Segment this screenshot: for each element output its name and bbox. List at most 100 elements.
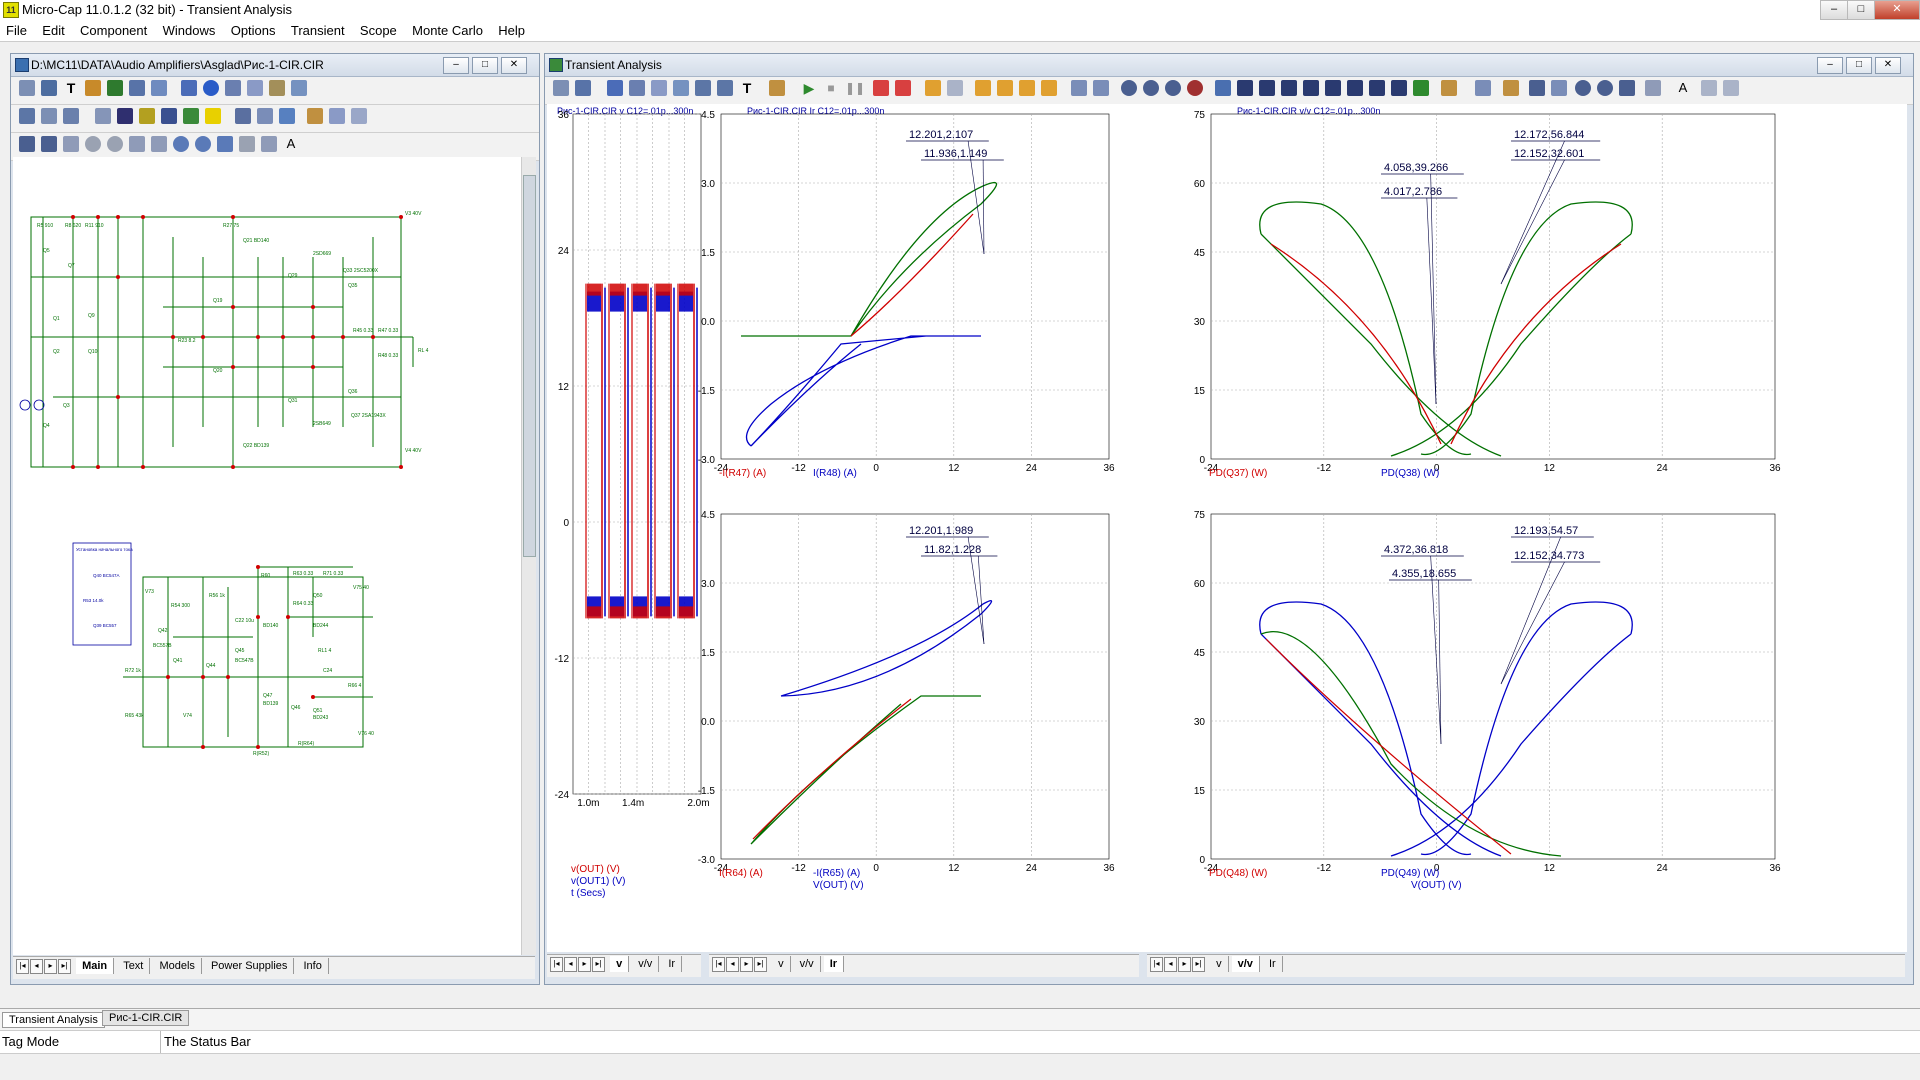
menu-edit[interactable]: Edit — [36, 20, 70, 38]
step-icon[interactable] — [117, 108, 133, 124]
help-icon[interactable] — [225, 80, 241, 96]
prev-page-icon[interactable]: ◂ — [30, 959, 43, 974]
menu-windows[interactable]: Windows — [157, 20, 222, 38]
cancel-icon[interactable] — [107, 136, 123, 152]
pen-icon[interactable] — [107, 80, 123, 96]
wire-icon[interactable] — [41, 80, 57, 96]
binoculars-icon[interactable] — [41, 136, 57, 152]
stop-icon[interactable] — [85, 136, 101, 152]
limits-icon[interactable] — [769, 80, 785, 96]
close-button[interactable]: ✕ — [1874, 0, 1920, 20]
text-tool-icon[interactable]: T — [63, 80, 79, 96]
plot3-tab-ir[interactable]: Ir — [1263, 956, 1283, 973]
pause-icon[interactable]: ❚❚ — [845, 80, 865, 96]
animate-icon[interactable] — [1529, 80, 1545, 96]
plot3-tab-v[interactable]: v — [1210, 956, 1229, 973]
paste-icon[interactable] — [1723, 80, 1739, 96]
plot2-first-icon[interactable]: |◂ — [712, 957, 725, 972]
same-y-scales-icon[interactable] — [925, 80, 941, 96]
grid-icon[interactable] — [95, 108, 111, 124]
tokens-icon[interactable] — [629, 80, 645, 96]
component-icon[interactable] — [129, 80, 145, 96]
stop-icon[interactable]: ■ — [823, 80, 839, 96]
print-icon[interactable] — [257, 108, 273, 124]
scope-icon[interactable] — [873, 80, 889, 96]
plot1-tab-ir[interactable]: Ir — [662, 956, 683, 973]
bottom-icon[interactable] — [1391, 80, 1407, 96]
performance-icon[interactable] — [1503, 80, 1519, 96]
probe-icon[interactable] — [895, 80, 911, 96]
fft-icon[interactable] — [1551, 80, 1567, 96]
find-icon[interactable] — [19, 136, 35, 152]
power-icon[interactable] — [183, 108, 199, 124]
valley-icon[interactable] — [1237, 80, 1253, 96]
plot-area[interactable]: Рис-1-CIR.CIR v C12=.01p...300n 36 24 12 0 -… — [547, 104, 1907, 952]
info-icon[interactable] — [203, 80, 219, 96]
cursor-mode-icon[interactable] — [695, 80, 711, 96]
undo-icon[interactable] — [239, 136, 255, 152]
zoom-window-icon[interactable] — [217, 136, 233, 152]
global-high-icon[interactable] — [1325, 80, 1341, 96]
bold-grid-icon[interactable] — [997, 80, 1013, 96]
menu-scope[interactable]: Scope — [354, 20, 403, 38]
schematic-vscrollbar[interactable] — [521, 157, 536, 955]
menu-help[interactable]: Help — [492, 20, 531, 38]
tab-power-supplies[interactable]: Power Supplies — [205, 958, 295, 975]
font-icon[interactable]: A — [283, 136, 299, 152]
high-icon[interactable] — [1259, 80, 1275, 96]
paste-icon[interactable] — [63, 136, 79, 152]
schematic-vscroll-thumb[interactable] — [523, 175, 536, 557]
plot2-next-icon[interactable]: ▸ — [740, 957, 753, 972]
zoom-out-icon[interactable] — [195, 136, 211, 152]
plot3-first-icon[interactable]: |◂ — [1150, 957, 1163, 972]
frame-icon[interactable] — [1041, 80, 1057, 96]
inflection-icon[interactable] — [1303, 80, 1319, 96]
plus-mode-icon[interactable] — [673, 80, 689, 96]
plot1-next-icon[interactable]: ▸ — [578, 957, 591, 972]
menu-transient[interactable]: Transient — [285, 20, 351, 38]
split-icon[interactable] — [1071, 80, 1087, 96]
analysis-maximize-button[interactable]: □ — [1846, 57, 1872, 74]
select-arrow-icon[interactable] — [19, 80, 35, 96]
table-icon[interactable] — [1475, 80, 1491, 96]
schematic-canvas[interactable]: R5 910 R8 620 R11 910 R27 75 Q21 BD140 Q… — [13, 157, 521, 955]
flag-icon[interactable] — [181, 80, 197, 96]
mirror-icon[interactable] — [329, 108, 345, 124]
current-icon[interactable] — [161, 108, 177, 124]
plot1-prev-icon[interactable]: ◂ — [564, 957, 577, 972]
plot2-last-icon[interactable]: ▸| — [754, 957, 767, 972]
schematic-maximize-button[interactable]: □ — [472, 57, 498, 74]
layout-icon[interactable] — [1645, 80, 1661, 96]
schematic-minimize-button[interactable]: – — [443, 57, 469, 74]
pin-connections-icon[interactable] — [63, 108, 79, 124]
menu-component[interactable]: Component — [74, 20, 153, 38]
analysis-minimize-button[interactable]: – — [1817, 57, 1843, 74]
copy-icon[interactable] — [1701, 80, 1717, 96]
plot2-tab-ir[interactable]: Ir — [823, 956, 845, 973]
text-visible-icon[interactable] — [41, 108, 57, 124]
plot1-tab-v[interactable]: v — [610, 956, 630, 973]
plot2-prev-icon[interactable]: ◂ — [726, 957, 739, 972]
top-icon[interactable] — [1369, 80, 1385, 96]
duplicate-icon[interactable] — [151, 136, 167, 152]
menu-monte-carlo[interactable]: Monte Carlo — [406, 20, 489, 38]
grid-toggle-icon[interactable] — [247, 80, 263, 96]
plot3-prev-icon[interactable]: ◂ — [1164, 957, 1177, 972]
ruler-icon[interactable] — [651, 80, 667, 96]
zoom-out-2-icon[interactable] — [1597, 80, 1613, 96]
plot3-tab-vv[interactable]: v/v — [1231, 956, 1260, 973]
tab-info[interactable]: Info — [297, 958, 329, 975]
tile-icon[interactable] — [1093, 80, 1109, 96]
bottom-tab-circuit[interactable]: Рис-1-CIR.CIR — [102, 1010, 190, 1026]
tab-models[interactable]: Models — [153, 958, 202, 975]
macro-icon[interactable] — [151, 80, 167, 96]
point-tag-icon[interactable] — [717, 80, 733, 96]
zoom-in-icon[interactable] — [1121, 80, 1137, 96]
plot1-last-icon[interactable]: ▸| — [592, 957, 605, 972]
schematic-close-button[interactable]: ✕ — [501, 57, 527, 74]
select-arrow-icon[interactable] — [553, 80, 569, 96]
analysis-close-button[interactable]: ✕ — [1875, 57, 1901, 74]
minimize-button[interactable]: – — [1820, 0, 1848, 20]
axis-icon[interactable] — [1019, 80, 1035, 96]
global-low-icon[interactable] — [1347, 80, 1363, 96]
